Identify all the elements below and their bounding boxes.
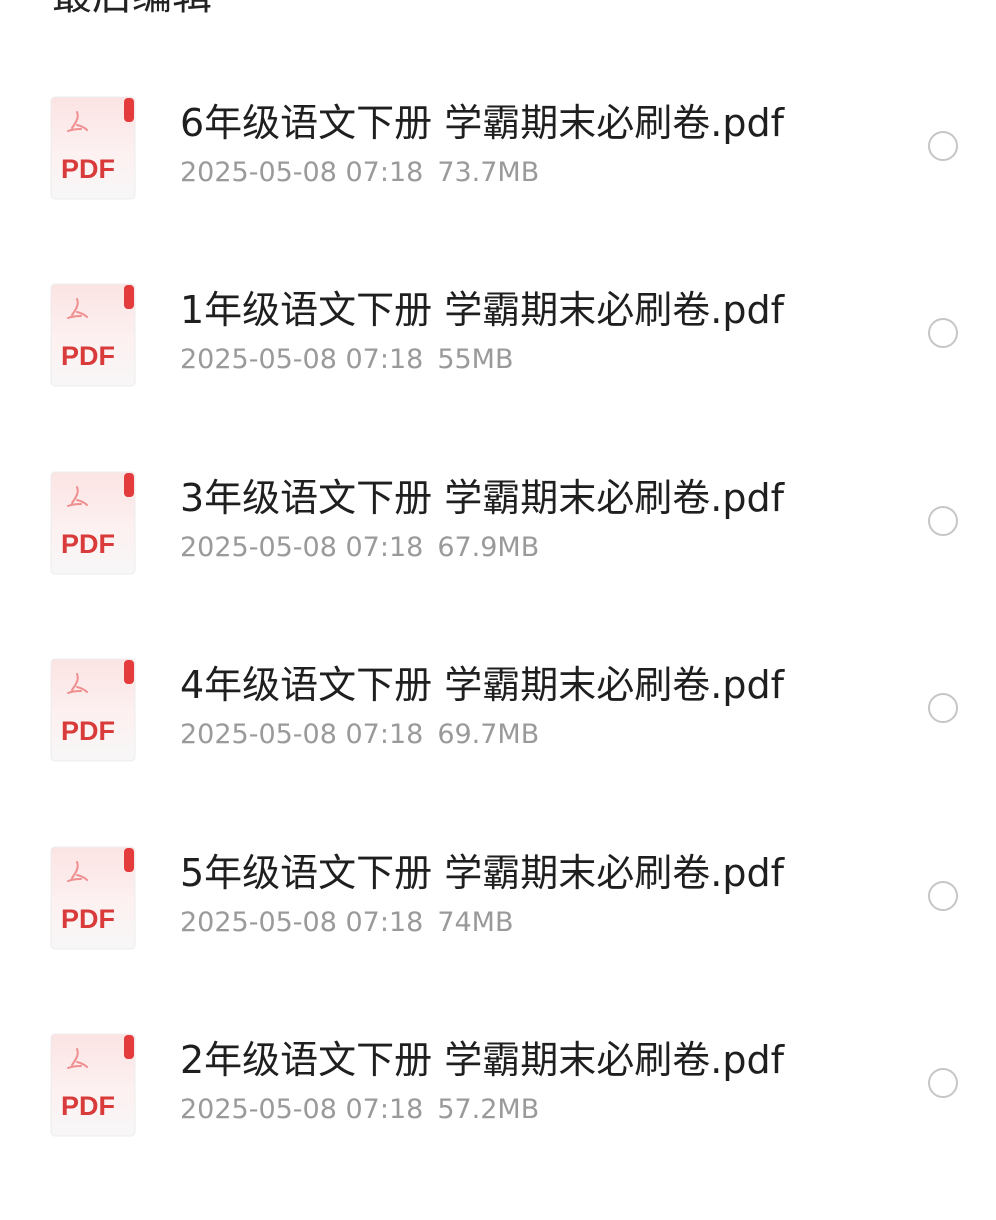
file-list: PDF 6年级语文下册 学霸期末必刷卷.pdf 2025-05-08 07:18… [0,96,996,1220]
file-meta: 2025-05-08 07:18 55MB [180,343,514,377]
svg-text:PDF: PDF [61,1091,115,1121]
svg-text:PDF: PDF [61,341,115,371]
pdf-file-icon: PDF [50,658,136,762]
file-date: 2025-05-08 07:18 [180,906,424,938]
file-item[interactable]: PDF 4年级语文下册 学霸期末必刷卷.pdf 2025-05-08 07:18… [0,658,996,845]
file-size: 69.7MB [437,719,540,751]
section-title: 最后编辑 [52,0,212,16]
select-radio[interactable] [928,1067,958,1098]
pdf-file-icon: PDF [50,471,136,575]
select-radio[interactable] [928,880,958,911]
file-size: 67.9MB [437,531,540,563]
file-date: 2025-05-08 07:18 [180,719,424,751]
file-name: 6年级语文下册 学霸期末必刷卷.pdf [180,101,784,145]
file-name: 1年级语文下册 学霸期末必刷卷.pdf [180,288,784,333]
file-name: 4年级语文下册 学霸期末必刷卷.pdf [180,663,784,708]
file-date: 2025-05-08 07:18 [180,344,424,376]
file-item[interactable]: PDF 1年级语文下册 学霸期末必刷卷.pdf 2025-05-08 07:18… [0,283,996,470]
file-name: 5年级语文下册 学霸期末必刷卷.pdf [180,850,784,895]
file-meta: 2025-05-08 07:18 73.7MB [180,156,539,190]
svg-text:PDF: PDF [61,154,115,184]
select-radio[interactable] [928,693,958,724]
file-date: 2025-05-08 07:18 [180,1093,424,1125]
file-meta: 2025-05-08 07:18 74MB [180,906,514,940]
section-header: 最后编辑 [0,0,996,40]
grid-view-icon[interactable] [912,0,956,10]
file-item[interactable]: PDF 3年级语文下册 学霸期末必刷卷.pdf 2025-05-08 07:18… [0,471,996,658]
svg-text:PDF: PDF [61,904,115,934]
pdf-file-icon: PDF [50,96,136,200]
file-item[interactable]: PDF 6年级语文下册 学霸期末必刷卷.pdf 2025-05-08 07:18… [0,96,996,283]
pdf-file-icon: PDF [50,1033,136,1137]
select-radio[interactable] [928,131,958,161]
file-date: 2025-05-08 07:18 [180,531,424,563]
file-size: 74MB [437,906,514,938]
file-meta: 2025-05-08 07:18 69.7MB [180,718,539,752]
select-radio[interactable] [928,505,958,536]
svg-text:PDF: PDF [61,529,115,559]
file-size: 73.7MB [437,157,540,188]
svg-text:PDF: PDF [61,716,115,746]
file-size: 55MB [437,344,514,376]
file-name: 2年级语文下册 学霸期末必刷卷.pdf [180,1037,784,1082]
file-size: 57.2MB [437,1093,540,1125]
file-meta: 2025-05-08 07:18 57.2MB [180,1093,539,1127]
pdf-file-icon: PDF [50,283,136,387]
pdf-file-icon: PDF [50,846,136,950]
file-meta: 2025-05-08 07:18 67.9MB [180,531,539,565]
select-radio[interactable] [928,318,958,349]
file-item[interactable]: PDF 2年级语文下册 学霸期末必刷卷.pdf 2025-05-08 07:18… [0,1033,996,1220]
file-name: 3年级语文下册 学霸期末必刷卷.pdf [180,475,784,520]
file-item[interactable]: PDF 5年级语文下册 学霸期末必刷卷.pdf 2025-05-08 07:18… [0,846,996,1033]
file-date: 2025-05-08 07:18 [180,157,424,188]
